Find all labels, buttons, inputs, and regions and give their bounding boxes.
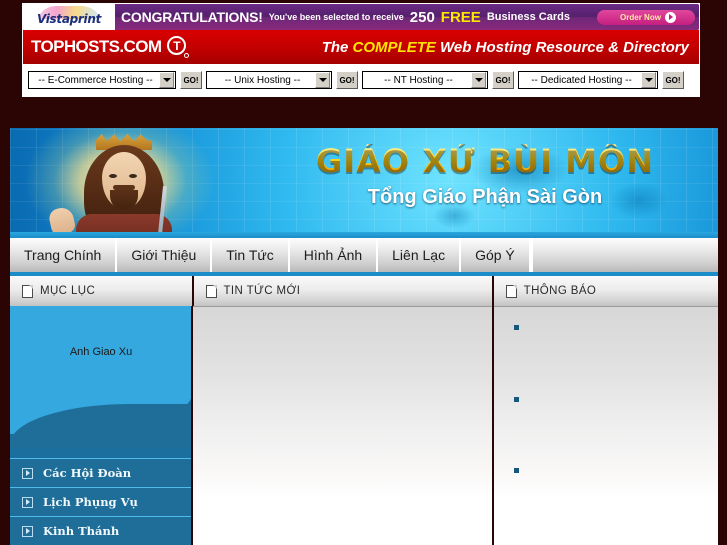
- arrow-right-box-icon: [22, 467, 33, 479]
- nt-go-button[interactable]: GO!: [492, 71, 514, 89]
- parish-subtitle: Tổng Giáo Phận Sài Gòn: [367, 186, 603, 208]
- unix-go-button[interactable]: GO!: [336, 71, 358, 89]
- vistaprint-banner-ad[interactable]: Vistaprint CONGRATULATIONS! You've been …: [23, 4, 699, 30]
- sidebar-menu: Các Hội Đoàn Lịch Phụng Vụ Kinh Thánh: [10, 458, 192, 545]
- jesus-face: [102, 152, 146, 210]
- chevron-down-icon[interactable]: [641, 72, 656, 88]
- nav-label: Góp Ý: [475, 247, 515, 263]
- nav-item-lien-lac[interactable]: Liên Lạc: [378, 238, 462, 272]
- news-column: [193, 306, 492, 545]
- magnifier-letter: T: [173, 39, 181, 53]
- ecommerce-hosting-value: -- E-Commerce Hosting --: [38, 74, 153, 86]
- sidebar-item-kinh-thanh[interactable]: Kinh Thánh: [10, 516, 192, 545]
- ad-product-text: Business Cards: [486, 11, 570, 23]
- column-headers: MỤC LỤC TIN TỨC MỚI THÔNG BÁO: [10, 276, 718, 306]
- announcement-bullet: [513, 468, 519, 473]
- document-icon: [505, 284, 517, 298]
- announcement-bullet: [513, 397, 519, 402]
- ecommerce-go-button[interactable]: GO!: [180, 71, 202, 89]
- column-header-muc-luc: MỤC LỤC: [10, 276, 192, 306]
- document-icon: [22, 284, 33, 298]
- chevron-down-icon[interactable]: [159, 72, 174, 88]
- nav-label: Tin Tức: [226, 247, 274, 263]
- column-header-thong-bao: THÔNG BÁO: [493, 276, 718, 306]
- sidebar-column: Anh Giao Xu Các Hội Đoàn Lịch Phụng Vụ K…: [10, 306, 192, 545]
- ad-free-text: FREE: [440, 8, 481, 26]
- announcement-bullet: [513, 325, 519, 330]
- order-now-button[interactable]: Order Now: [597, 9, 695, 25]
- magnifier-t-icon: T: [167, 36, 190, 58]
- arrow-right-box-icon: [22, 496, 33, 508]
- site-container: GIÁO XỨ BÙI MÔN Tổng Giáo Phận Sài Gòn T…: [10, 128, 718, 545]
- unix-hosting-value: -- Unix Hosting --: [224, 74, 301, 86]
- column-header-label: MỤC LỤC: [40, 285, 96, 297]
- arrow-right-icon: [664, 11, 676, 23]
- arrow-right-box-icon: [22, 525, 33, 537]
- ecommerce-hosting-group: -- E-Commerce Hosting -- GO!: [28, 71, 202, 89]
- sidebar-item-lich-phung-vu[interactable]: Lịch Phụng Vụ: [10, 487, 192, 516]
- ad-quantity-text: 250: [409, 8, 435, 26]
- nav-item-gioi-thieu[interactable]: Giới Thiệu: [117, 238, 213, 272]
- parish-title: GIÁO XỨ BÙI MÔN: [260, 144, 710, 178]
- ecommerce-hosting-select[interactable]: -- E-Commerce Hosting --: [28, 71, 176, 89]
- jesus-figure: [47, 134, 172, 238]
- column-header-tin-tuc-moi: TIN TỨC MỚI: [193, 276, 492, 306]
- sidebar-item-label: Các Hội Đoàn: [43, 466, 132, 480]
- tophosts-tagline: The COMPLETE Web Hosting Resource & Dire…: [322, 39, 689, 56]
- sidebar-image-alt-text: Anh Giao Xu: [69, 346, 133, 358]
- vistaprint-logo: Vistaprint: [23, 4, 115, 30]
- nav-item-hinh-anh[interactable]: Hình Ảnh: [290, 238, 379, 272]
- tagline-post: Web Hosting Resource & Directory: [440, 38, 689, 56]
- jesus-eye-right: [129, 174, 137, 178]
- banner-jesus-image: [10, 128, 260, 238]
- dedicated-hosting-group: -- Dedicated Hosting -- GO!: [518, 71, 684, 89]
- column-header-label: TIN TỨC MỚI: [223, 285, 301, 297]
- nt-hosting-value: -- NT Hosting --: [384, 74, 453, 86]
- sidebar-item-label: Lịch Phụng Vụ: [43, 495, 138, 509]
- chevron-down-icon[interactable]: [315, 72, 330, 88]
- vistaprint-logo-text: Vistaprint: [36, 12, 102, 26]
- jesus-eye-left: [109, 174, 117, 178]
- hosting-category-select-row: -- E-Commerce Hosting -- GO! -- Unix Hos…: [23, 64, 699, 96]
- announcements-column: [493, 306, 718, 545]
- tophosts-logo-text: TOPHOSTS.COM: [31, 37, 162, 56]
- nav-item-tin-tuc[interactable]: Tin Tức: [212, 238, 290, 272]
- vistaprint-message: CONGRATULATIONS! You've been selected to…: [115, 4, 699, 30]
- column-header-label: THÔNG BÁO: [523, 285, 597, 297]
- nav-label: Giới Thiệu: [131, 247, 197, 263]
- sidebar-item-label: Kinh Thánh: [43, 524, 120, 538]
- ad-congrats-text: CONGRATULATIONS!: [121, 9, 263, 25]
- tophosts-logo[interactable]: TOPHOSTS.COM T: [31, 36, 190, 58]
- nt-hosting-group: -- NT Hosting -- GO!: [362, 71, 514, 89]
- nav-label: Trang Chính: [24, 247, 102, 263]
- unix-hosting-select[interactable]: -- Unix Hosting --: [206, 71, 332, 89]
- site-banner-image: GIÁO XỨ BÙI MÔN Tổng Giáo Phận Sài Gòn: [10, 128, 718, 238]
- content-columns: Anh Giao Xu Các Hội Đoàn Lịch Phụng Vụ K…: [10, 306, 718, 545]
- magnifier-dot: [184, 53, 190, 58]
- main-navigation: Trang Chính Giới Thiệu Tin Tức Hình Ảnh …: [10, 238, 718, 276]
- nav-filler: [530, 238, 718, 272]
- dedicated-hosting-select[interactable]: -- Dedicated Hosting --: [518, 71, 658, 89]
- chevron-down-icon[interactable]: [471, 72, 486, 88]
- nav-item-gop-y[interactable]: Góp Ý: [461, 238, 531, 272]
- tophosts-ad-block: Vistaprint CONGRATULATIONS! You've been …: [22, 3, 700, 97]
- unix-hosting-group: -- Unix Hosting -- GO!: [206, 71, 358, 89]
- dedicated-go-button[interactable]: GO!: [662, 71, 684, 89]
- order-now-label: Order Now: [620, 12, 661, 22]
- nt-hosting-select[interactable]: -- NT Hosting --: [362, 71, 488, 89]
- dedicated-hosting-value: -- Dedicated Hosting --: [531, 74, 632, 86]
- tagline-pre: The: [321, 38, 349, 56]
- nav-item-trang-chinh[interactable]: Trang Chính: [10, 238, 118, 272]
- nav-label: Hình Ảnh: [303, 247, 363, 263]
- ad-subline-text: You've been selected to receive: [268, 12, 404, 22]
- sidebar-item-cac-hoi-doan[interactable]: Các Hội Đoàn: [10, 458, 192, 487]
- document-icon: [205, 284, 217, 298]
- nav-label: Liên Lạc: [392, 247, 446, 263]
- tophosts-header-bar: TOPHOSTS.COM T The COMPLETE Web Hosting …: [23, 30, 699, 64]
- page-root: Vistaprint CONGRATULATIONS! You've been …: [0, 0, 727, 545]
- tagline-highlight: COMPLETE: [352, 38, 436, 56]
